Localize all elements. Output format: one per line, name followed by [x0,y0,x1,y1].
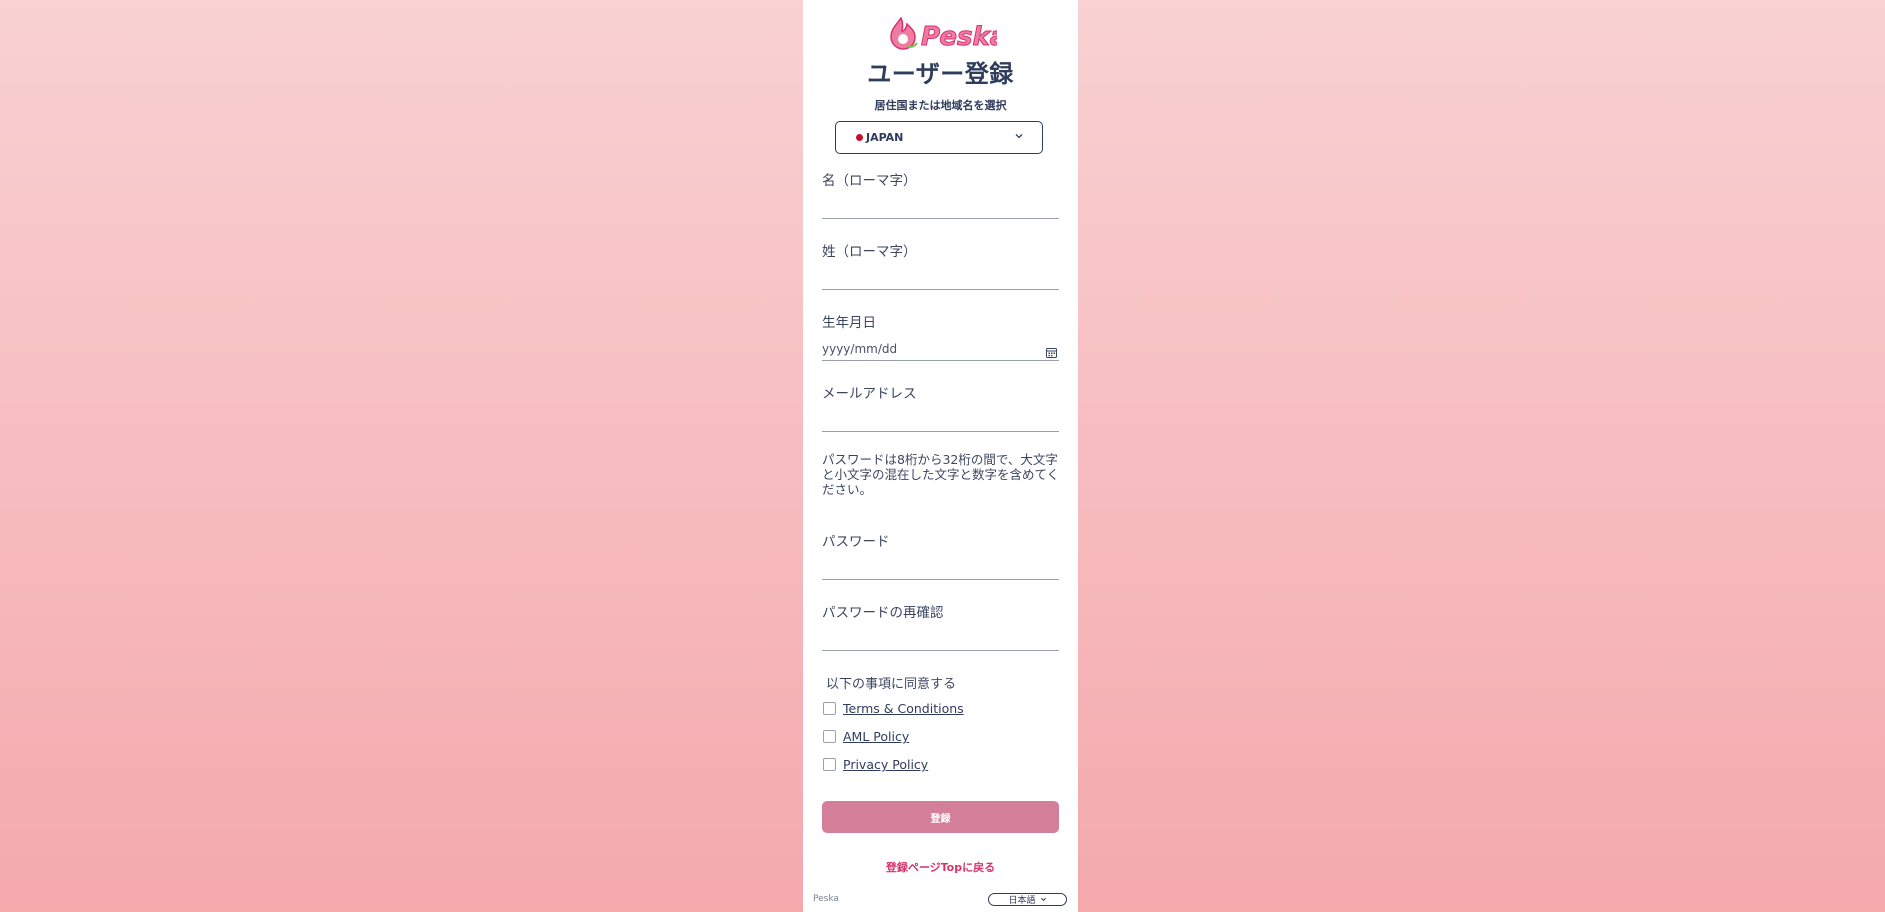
birthdate-field: 生年月日 [822,311,1059,361]
footer-brand: Peska [813,894,839,904]
password-hint: パスワードは8桁から32桁の間で、大文字と小文字の混在した文字と数字を含めてくだ… [822,452,1060,497]
agreement-label: 以下の事項に同意する [826,677,957,692]
language-value: 日本語 [1008,896,1036,906]
email-field: メールアドレス [822,382,1059,432]
password-input[interactable] [822,556,1059,580]
terms-checkbox[interactable] [823,702,836,715]
password-confirm-input[interactable] [822,627,1059,651]
last-name-field: 姓（ローマ字） [822,240,1059,290]
country-label: 居住国または地域名を選択 [874,99,1007,112]
privacy-link[interactable]: Privacy Policy [843,757,928,772]
aml-link[interactable]: AML Policy [843,729,909,744]
first-name-label: 名（ローマ字） [822,173,917,189]
aml-row: AML Policy [823,729,909,744]
terms-row: Terms & Conditions [823,701,964,716]
terms-link[interactable]: Terms & Conditions [843,701,964,716]
privacy-checkbox[interactable] [823,758,836,771]
page-title: ユーザー登録 [867,60,1014,88]
chevron-down-icon [1040,897,1046,902]
calendar-icon[interactable] [1046,347,1057,358]
email-input[interactable] [822,408,1059,432]
first-name-field: 名（ローマ字） [822,169,1059,219]
password-label: パスワード [822,534,890,550]
password-confirm-field: パスワードの再確認 [822,601,1059,651]
last-name-label: 姓（ローマ字） [822,244,917,260]
last-name-input[interactable] [822,266,1059,290]
svg-text:Peska: Peska [921,22,997,52]
japan-flag-icon [856,134,863,141]
privacy-row: Privacy Policy [823,757,928,772]
birthdate-input[interactable] [822,337,1059,361]
email-label: メールアドレス [822,386,917,402]
birthdate-wrapper [822,337,1059,361]
country-select[interactable]: JAPAN [835,121,1043,154]
password-confirm-label: パスワードの再確認 [822,605,944,621]
peska-logo: Peska [885,12,1008,53]
register-button[interactable]: 登録 [822,801,1059,833]
back-to-top-link[interactable]: 登録ページTopに戻る [803,859,1078,875]
birthdate-label: 生年月日 [822,315,876,331]
registration-panel: Peska ユーザー登録 居住国または地域名を選択 JAPAN 名（ローマ字） … [803,0,1078,912]
password-field: パスワード [822,530,1059,580]
aml-checkbox[interactable] [823,730,836,743]
first-name-input[interactable] [822,195,1059,219]
country-selected-value: JAPAN [866,131,904,144]
chevron-down-icon [1015,134,1023,139]
language-select[interactable]: 日本語 [988,893,1067,906]
